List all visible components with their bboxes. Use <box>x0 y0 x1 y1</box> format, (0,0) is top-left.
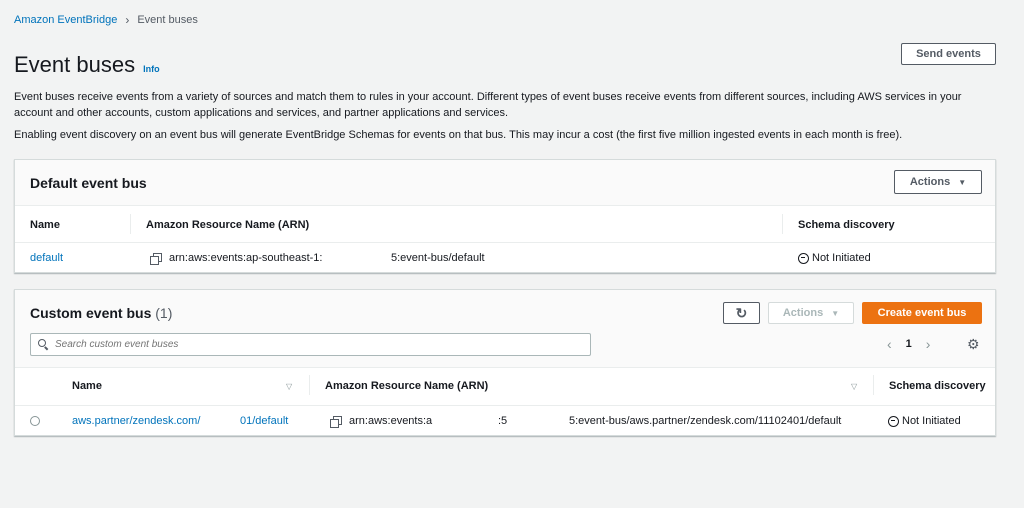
breadcrumb-eventbridge-link[interactable]: Amazon EventBridge <box>14 14 117 26</box>
schema-status-label: Not Initiated <box>812 252 871 264</box>
custom-event-bus-count: (1) <box>155 305 173 321</box>
gear-icon[interactable]: ⚙ <box>967 336 980 353</box>
column-divider <box>782 214 783 234</box>
custom-event-bus-title: Custom event bus (1) <box>30 305 172 321</box>
breadcrumb-current: Event buses <box>137 14 198 26</box>
copy-icon[interactable] <box>150 252 162 265</box>
arn-prefix: arn:aws:events:ap-southeast-1: <box>169 252 323 264</box>
copy-icon[interactable] <box>330 415 342 428</box>
schema-discovery-note: Enabling event discovery on an event bus… <box>14 129 903 141</box>
column-header-name: Name <box>30 219 60 231</box>
page-number[interactable]: 1 <box>906 338 912 350</box>
not-initiated-icon <box>888 415 899 427</box>
column-header-arn: Amazon Resource Name (ARN) <box>146 219 310 231</box>
create-event-bus-button[interactable]: Create event bus <box>862 302 982 324</box>
default-actions-button[interactable]: Actions ▼ <box>894 170 982 194</box>
row-divider <box>15 405 995 406</box>
actions-label: Actions <box>782 307 824 319</box>
chevron-right-icon[interactable]: › <box>926 336 931 352</box>
column-divider <box>130 214 131 234</box>
caret-down-icon: ▼ <box>831 308 840 318</box>
row-select-radio[interactable] <box>30 416 40 426</box>
column-header-schema: Schema discovery <box>798 219 895 231</box>
custom-bus-arn-suffix: 5:event-bus/aws.partner/zendesk.com/1110… <box>569 415 842 427</box>
search-input[interactable] <box>55 339 575 350</box>
breadcrumb: Amazon EventBridge › Event buses <box>14 13 198 27</box>
refresh-button[interactable]: ↻ <box>723 302 760 324</box>
info-link[interactable]: Info <box>143 64 160 74</box>
chevron-right-icon: › <box>125 13 130 27</box>
custom-event-bus-panel: Custom event bus (1) ↻ Actions ▼ Create … <box>14 289 996 436</box>
page-description: Event buses receive events from a variet… <box>14 91 962 119</box>
custom-event-bus-title-text: Custom event bus <box>30 305 152 321</box>
default-event-bus-title: Default event bus <box>30 175 147 191</box>
actions-label: Actions <box>909 176 951 188</box>
search-field[interactable] <box>30 333 591 356</box>
default-event-bus-header: Default event bus Actions ▼ <box>15 160 995 206</box>
custom-bus-arn: arn:aws:events:a <box>330 415 433 428</box>
column-divider <box>873 375 874 395</box>
arn-prefix: arn:aws:events:a <box>349 415 433 427</box>
default-bus-arn: arn:aws:events:ap-southeast-1: <box>150 252 323 265</box>
column-header-name[interactable]: Name <box>72 380 102 392</box>
sort-down-icon[interactable]: ▽ <box>286 382 292 391</box>
page-title: Event buses <box>14 52 136 77</box>
custom-event-bus-header: Custom event bus (1) ↻ Actions ▼ Create … <box>15 290 995 368</box>
row-divider <box>15 242 995 243</box>
pagination: ‹ 1 › <box>887 336 930 352</box>
custom-bus-schema-status: Not Initiated <box>888 415 961 427</box>
default-bus-name-link[interactable]: default <box>30 252 63 264</box>
not-initiated-icon <box>798 252 809 264</box>
custom-bus-name-link[interactable]: aws.partner/zendesk.com/ <box>72 415 200 427</box>
caret-down-icon: ▼ <box>958 177 967 187</box>
column-divider <box>309 375 310 395</box>
custom-actions-button[interactable]: Actions ▼ <box>768 302 854 324</box>
column-header-schema: Schema discovery <box>889 380 986 392</box>
chevron-left-icon[interactable]: ‹ <box>887 336 892 352</box>
default-bus-schema-status: Not Initiated <box>798 252 871 264</box>
custom-bus-name-link-suffix[interactable]: 01/default <box>240 415 288 427</box>
sort-down-icon[interactable]: ▽ <box>851 382 857 391</box>
column-header-arn[interactable]: Amazon Resource Name (ARN) <box>325 380 488 392</box>
default-bus-arn-suffix: 5:event-bus/default <box>391 252 485 264</box>
custom-bus-arn-fragment: :5 <box>498 415 508 427</box>
send-events-button[interactable]: Send events <box>901 43 996 65</box>
schema-status-label: Not Initiated <box>902 415 961 427</box>
search-icon <box>38 339 49 350</box>
default-event-bus-panel: Default event bus Actions ▼ Name Amazon … <box>14 159 996 273</box>
page-header: Event buses Info <box>14 52 160 78</box>
refresh-icon: ↻ <box>735 304 748 321</box>
